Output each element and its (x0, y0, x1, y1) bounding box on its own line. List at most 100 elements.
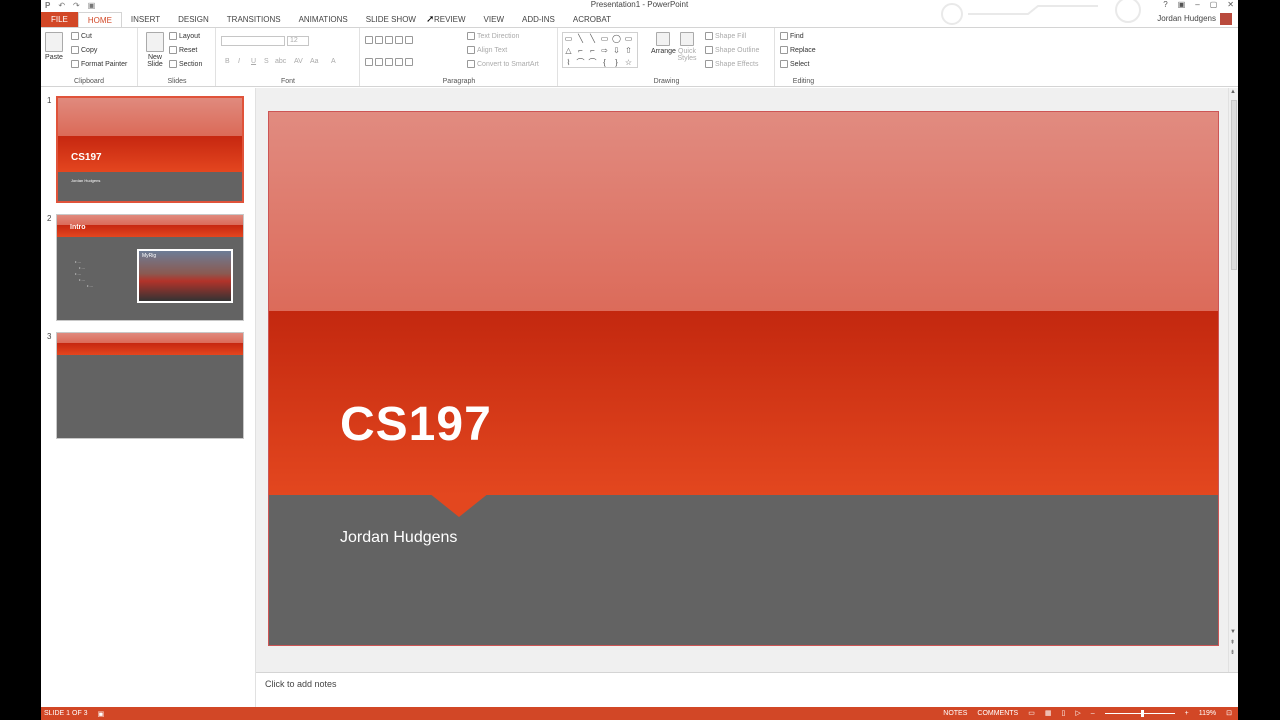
slide-show-icon[interactable]: ▷ (1075, 709, 1080, 717)
shape-item[interactable]: ▭ (623, 33, 634, 44)
shape-item[interactable]: ⇨ (599, 45, 610, 56)
slide-thumbnail-1[interactable]: CS197 Jordan Hudgens (56, 96, 244, 203)
replace-button[interactable]: Replace (780, 46, 816, 54)
reset-button[interactable]: Reset (169, 46, 197, 54)
shape-outline-button[interactable]: Shape Outline (705, 46, 759, 54)
shadow-button[interactable]: abc (275, 58, 286, 65)
scroll-up-icon[interactable]: ▲ (1230, 89, 1236, 95)
shape-item[interactable]: ⌐ (575, 45, 586, 56)
copy-button[interactable]: Copy (71, 46, 97, 54)
font-color-button[interactable]: A (331, 58, 336, 65)
tab-view[interactable]: VIEW (475, 12, 513, 27)
font-name-field[interactable] (221, 36, 285, 46)
fit-slide-icon[interactable]: ⊡ (1226, 709, 1232, 717)
shape-item[interactable]: ▭ (599, 33, 610, 44)
previous-slide-icon[interactable]: ⇞ (1230, 639, 1235, 646)
numbering-icon (375, 36, 383, 44)
thumb-bullet: • ... (75, 259, 81, 264)
zoom-slider[interactable] (1104, 709, 1175, 717)
shape-item[interactable]: ◯ (611, 33, 622, 44)
cut-button[interactable]: Cut (71, 32, 92, 40)
alignment-buttons[interactable] (365, 58, 413, 66)
avatar[interactable] (1220, 13, 1232, 25)
section-button[interactable]: Section (169, 60, 202, 68)
shape-item[interactable]: △ (563, 45, 574, 56)
shape-item[interactable]: } (611, 57, 622, 68)
arrange-button[interactable]: Arrange (651, 32, 676, 55)
shapes-gallery[interactable]: ▭ ╲ ╲ ▭ ◯ ▭ △ ⌐ ⌐ ⇨ ⇩ ⇧ ⌇ ⌒ ⌒ { } ☆ (562, 32, 638, 68)
slide-thumbnail-2[interactable]: Intro • ... • ... • ... • ... • ... MyRi… (56, 214, 244, 321)
bullets-button[interactable] (365, 36, 413, 44)
underline-button[interactable]: U (251, 58, 256, 65)
slide-top-band (269, 112, 1218, 311)
tab-file[interactable]: FILE (41, 12, 78, 27)
change-case-button[interactable]: Aa (310, 58, 319, 65)
zoom-in-button[interactable]: + (1185, 710, 1189, 717)
align-text-button[interactable]: Align Text (467, 46, 507, 54)
slide-title[interactable]: CS197 (340, 397, 492, 452)
paste-button[interactable]: Paste (45, 32, 63, 61)
tab-animations[interactable]: ANIMATIONS (290, 12, 357, 27)
italic-button[interactable]: I (238, 58, 240, 65)
strikethrough-button[interactable]: S (264, 58, 269, 65)
scroll-thumb[interactable] (1231, 100, 1237, 270)
slide-canvas[interactable]: CS197 Jordan Hudgens (268, 111, 1219, 646)
slide-thumbnail-3[interactable] (56, 332, 244, 439)
copy-label: Copy (81, 46, 98, 54)
text-direction-button[interactable]: Text Direction (467, 32, 519, 40)
normal-view-icon[interactable]: ▭ (1028, 709, 1035, 717)
next-slide-icon[interactable]: ⇟ (1230, 649, 1235, 656)
new-slide-button[interactable]: New Slide (143, 32, 167, 68)
user-name[interactable]: Jordan Hudgens (1157, 14, 1216, 23)
shape-item[interactable]: ⌐ (587, 45, 598, 56)
char-spacing-button[interactable]: AV (294, 58, 303, 65)
comments-button[interactable]: COMMENTS (977, 710, 1018, 717)
bold-button[interactable]: B (225, 58, 230, 65)
tab-design[interactable]: DESIGN (169, 12, 218, 27)
notes-pane[interactable]: Click to add notes (256, 672, 1238, 707)
minimize-icon[interactable]: – (1195, 0, 1199, 9)
slide-sorter-icon[interactable]: ▦ (1045, 709, 1052, 717)
tab-add-ins[interactable]: ADD-INS (513, 12, 564, 27)
restore-icon[interactable]: ▢ (1210, 0, 1218, 9)
convert-smartart-button[interactable]: Convert to SmartArt (467, 60, 539, 68)
format-painter-button[interactable]: Format Painter (71, 60, 127, 68)
shape-item[interactable]: ╲ (587, 33, 598, 44)
find-button[interactable]: Find (780, 32, 804, 40)
select-button[interactable]: Select (780, 60, 809, 68)
ribbon-tabs: FILE HOME INSERT DESIGN TRANSITIONS ANIM… (41, 12, 1238, 27)
zoom-out-button[interactable]: – (1091, 710, 1095, 717)
scroll-down-icon[interactable]: ▼ (1230, 629, 1236, 635)
shape-effects-button[interactable]: Shape Effects (705, 60, 758, 68)
close-icon[interactable]: ✕ (1227, 0, 1234, 9)
tab-home[interactable]: HOME (77, 12, 122, 27)
notes-button[interactable]: NOTES (943, 710, 967, 717)
slide-subtitle[interactable]: Jordan Hudgens (340, 529, 457, 547)
zoom-slider-knob[interactable] (1141, 709, 1145, 717)
shape-item[interactable]: ⇧ (623, 45, 634, 56)
zoom-level[interactable]: 119% (1199, 710, 1216, 717)
shape-item[interactable]: { (599, 57, 610, 68)
quick-styles-button[interactable]: Quick Styles (677, 32, 697, 62)
font-size-field[interactable]: 12 (287, 36, 309, 46)
vertical-scrollbar[interactable]: ▲ ▼ ⇞ ⇟ (1228, 88, 1238, 672)
shape-item[interactable]: ☆ (623, 57, 634, 68)
tab-insert[interactable]: INSERT (122, 12, 169, 27)
shape-fill-button[interactable]: Shape Fill (705, 32, 746, 40)
shape-item[interactable]: ⌒ (587, 57, 598, 68)
shape-item[interactable]: ⌒ (575, 57, 586, 68)
shape-item[interactable]: ⌇ (563, 57, 574, 68)
layout-button[interactable]: Layout (169, 32, 200, 40)
tab-acrobat[interactable]: ACROBAT (564, 12, 620, 27)
thumb-red-band (57, 343, 243, 355)
ribbon-display-icon[interactable]: ▣ (1178, 0, 1186, 9)
shape-item[interactable]: ⇩ (611, 45, 622, 56)
tab-transitions[interactable]: TRANSITIONS (218, 12, 290, 27)
spelling-icon[interactable]: ▣ (98, 710, 105, 718)
slide-counter[interactable]: SLIDE 1 OF 3 (44, 710, 88, 718)
shape-item[interactable]: ▭ (563, 33, 574, 44)
shape-item[interactable]: ╲ (575, 33, 586, 44)
help-icon[interactable]: ? (1163, 0, 1167, 9)
tab-slide-show[interactable]: SLIDE SHOW (357, 12, 425, 27)
reading-view-icon[interactable]: ▯ (1061, 709, 1065, 717)
